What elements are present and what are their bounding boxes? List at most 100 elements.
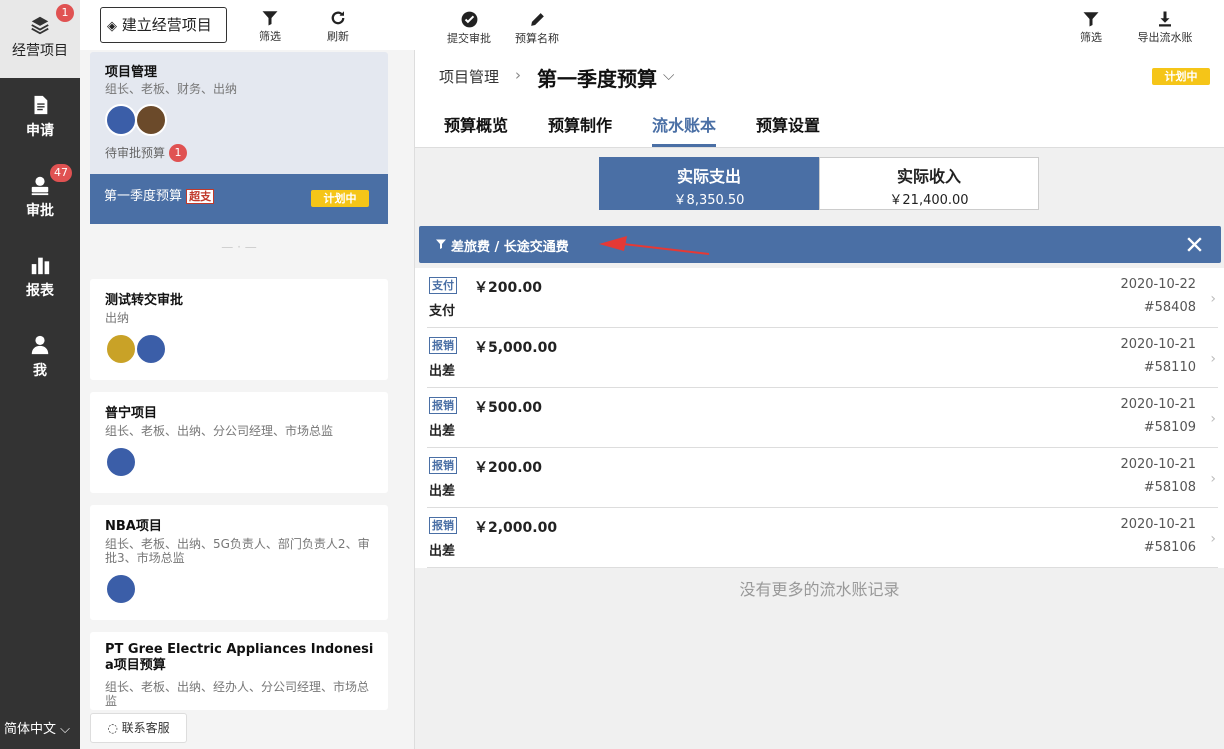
refresh-label: 刷新 [327,30,349,43]
support-icon: ◌ [107,721,118,735]
document-icon [34,95,48,115]
chevron-down-icon: ⌵ [60,722,71,737]
budget-name: 第一季度预算 [104,189,183,204]
pending-label: 待审批预算 [105,146,166,160]
segment-income[interactable]: 实际收入 ￥21,400.00 [819,157,1039,210]
download-icon [1159,11,1171,27]
nav-item-projects[interactable]: 经营项目 1 [0,0,80,78]
record-id: #58110 [1143,360,1196,375]
export-label: 导出流水账 [1137,31,1193,44]
active-tab-indicator [652,144,716,147]
submit-approval-button[interactable]: 提交审批 [443,10,495,46]
language-selector[interactable]: 简体中文 ⌵ [0,710,80,749]
avatar [105,333,137,365]
nav-item-report[interactable]: 报表 [0,240,80,318]
segment-label: 实际收入 [896,167,961,186]
rename-label: 预算名称 [515,32,559,45]
record-id: #58108 [1143,480,1196,495]
filter-icon [436,239,446,249]
date: 2020-10-21 [1120,517,1196,532]
chevron-right-icon: › [1210,531,1216,547]
type-tag: 报销 [429,517,457,534]
project-title: 项目管理 [105,65,158,80]
no-more-records: 没有更多的流水账记录 [739,580,900,599]
tab-build[interactable]: 预算制作 [548,112,612,136]
breadcrumb-parent[interactable]: 项目管理 [439,66,499,87]
amount: ￥200.00 [474,460,543,476]
arrow-annotation-icon [599,236,709,255]
layers-icon [31,16,49,35]
project-card[interactable]: 测试转交审批 出纳 [90,279,388,380]
chevron-right-icon: › [1210,351,1216,367]
ledger-row[interactable]: 报销 ￥500.00 出差 2020-10-21 #58109 › [427,388,1218,448]
filter-label: 筛选 [259,30,281,43]
nav-label: 申请 [26,123,54,139]
left-nav: 经营项目 1 申请 审批 47 报表 我 简体中文 ⌵ [0,0,80,749]
nav-label: 经营项目 [12,43,68,59]
nav-item-me[interactable]: 我 [0,320,80,398]
project-card[interactable]: PT Gree Electric Appliances Indonesia项目预… [90,632,388,710]
language-label: 简体中文 [4,722,57,737]
amount: ￥200.00 [474,280,543,296]
pencil-icon [530,13,544,26]
project-card[interactable]: 普宁项目 组长、老板、出纳、分公司经理、市场总监 [90,392,388,493]
active-filter-bar: 差旅费 / 长途交通费 [419,226,1221,263]
selected-budget-row[interactable]: 第一季度预算 超支 计划中 [90,174,388,224]
type-tag: 报销 [429,397,457,414]
filter-button[interactable]: 筛选 [258,9,282,44]
ledger-row[interactable]: 支付 ￥200.00 支付 2020-10-22 #58408 › [427,268,1218,328]
contact-label: 联系客服 [121,721,170,735]
ledger-row[interactable]: 报销 ￥200.00 出差 2020-10-21 #58108 › [427,448,1218,508]
segment-label: 实际支出 [676,167,741,186]
category: 出差 [429,544,456,559]
user-stamp-icon [31,176,49,196]
chevron-down-icon[interactable]: ⌵ [663,66,674,84]
chevron-right-icon: › [1210,411,1216,427]
bar-chart-icon [31,257,50,275]
project-title: 普宁项目 [105,406,158,421]
export-ledger-button[interactable]: 导出流水账 [1133,10,1197,45]
nav-label: 报表 [26,283,54,299]
project-roles: 组长、老板、财务、出纳 [105,82,238,96]
new-project-button[interactable]: ◈ 建立经营项目 [100,7,227,43]
rename-budget-button[interactable]: 预算名称 [511,10,563,46]
avatar [105,104,137,136]
amount: ￥5,000.00 [474,340,558,356]
ledger-row[interactable]: 报销 ￥5,000.00 出差 2020-10-21 #58110 › [427,328,1218,388]
date: 2020-10-21 [1120,337,1196,352]
refresh-button[interactable]: 刷新 [326,9,350,44]
project-card-selected[interactable]: 项目管理 组长、老板、财务、出纳 待审批预算 1 第一季度预算 超支 计划中 [90,52,388,224]
nav-item-apply[interactable]: 申请 [0,80,80,158]
tab-ledger[interactable]: 流水账本 [652,112,716,136]
amount: ￥2,000.00 [474,520,558,536]
breadcrumb-separator-icon: › [515,66,521,84]
segment-expense[interactable]: 实际支出 ￥8,350.50 [599,157,819,210]
notification-badge: 47 [50,164,72,182]
segment-amount: ￥8,350.50 [673,193,745,208]
layers-icon: ◈ [107,19,117,34]
avatar [135,104,167,136]
avatar [105,446,137,478]
type-tag: 报销 [429,337,457,354]
date: 2020-10-21 [1120,397,1196,412]
date: 2020-10-21 [1120,457,1196,472]
close-icon[interactable] [1185,235,1204,254]
contact-support-button[interactable]: ◌ 联系客服 [90,713,187,743]
nav-label: 审批 [26,203,54,219]
over-budget-tag: 超支 [186,189,215,204]
project-title: 测试转交审批 [105,293,184,308]
person-icon [31,335,49,355]
nav-item-approve[interactable]: 审批 47 [0,160,80,238]
ledger-list: 支付 ￥200.00 支付 2020-10-22 #58408 › 报销 ￥5,… [415,268,1224,568]
main-panel: 提交审批 预算名称 筛选 导出流水账 项目管理 › 第一季度预算 ⌵ 计划中 预… [415,0,1224,749]
project-card[interactable]: NBA项目 组长、老板、出纳、5G负责人、部门负责人2、审批3、市场总监 [90,505,388,620]
record-id: #58106 [1143,540,1196,555]
tab-overview[interactable]: 预算概览 [444,112,508,136]
category: 出差 [429,424,456,439]
filter-button[interactable]: 筛选 [1079,10,1103,45]
main-header: 提交审批 预算名称 筛选 导出流水账 项目管理 › 第一季度预算 ⌵ 计划中 预… [415,0,1224,148]
ledger-row[interactable]: 报销 ￥2,000.00 出差 2020-10-21 #58106 › [427,508,1218,568]
status-badge: 计划中 [311,190,369,207]
category: 出差 [429,364,456,379]
tab-settings[interactable]: 预算设置 [756,112,820,136]
